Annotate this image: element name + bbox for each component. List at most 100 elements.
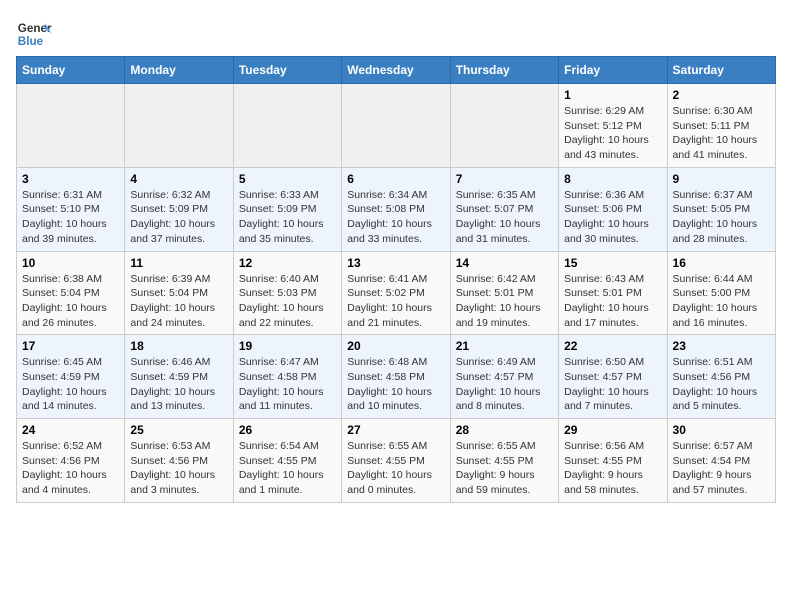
day-number: 11 <box>130 256 227 270</box>
calendar-cell: 1Sunrise: 6:29 AM Sunset: 5:12 PM Daylig… <box>559 84 667 168</box>
day-number: 30 <box>673 423 770 437</box>
svg-text:Blue: Blue <box>18 35 44 48</box>
calendar-cell: 5 Sunrise: 6:33 AM Sunset: 5:09 PM Daylig… <box>233 167 341 251</box>
day-number: 9 <box>673 172 770 186</box>
calendar-cell: 9 Sunrise: 6:37 AM Sunset: 5:05 PM Daylig… <box>667 167 775 251</box>
week-row-5: 24 Sunrise: 6:52 AM Sunset: 4:56 PM Dayli… <box>17 419 776 503</box>
day-detail: Sunrise: 6:37 AM Sunset: 5:05 PM Dayligh… <box>673 188 770 247</box>
day-number: 24 <box>22 423 119 437</box>
day-number: 23 <box>673 339 770 353</box>
day-number: 17 <box>22 339 119 353</box>
calendar-table: SundayMondayTuesdayWednesdayThursdayFrid… <box>16 56 776 503</box>
day-number: 15 <box>564 256 661 270</box>
week-row-4: 17 Sunrise: 6:45 AM Sunset: 4:59 PM Dayli… <box>17 335 776 419</box>
calendar-cell <box>17 84 125 168</box>
calendar-cell: 18 Sunrise: 6:46 AM Sunset: 4:59 PM Dayli… <box>125 335 233 419</box>
calendar-cell: 29 Sunrise: 6:56 AM Sunset: 4:55 PM Dayli… <box>559 419 667 503</box>
day-detail: Sunrise: 6:57 AM Sunset: 4:54 PM Dayligh… <box>673 439 770 498</box>
calendar-cell: 19Sunrise: 6:47 AM Sunset: 4:58 PM Dayli… <box>233 335 341 419</box>
day-number: 3 <box>22 172 119 186</box>
day-number: 14 <box>456 256 553 270</box>
calendar-cell: 15 Sunrise: 6:43 AM Sunset: 5:01 PM Dayli… <box>559 251 667 335</box>
calendar-cell: 4 Sunrise: 6:32 AM Sunset: 5:09 PM Daylig… <box>125 167 233 251</box>
calendar-cell: 20Sunrise: 6:48 AM Sunset: 4:58 PM Dayli… <box>342 335 450 419</box>
weekday-friday: Friday <box>559 57 667 84</box>
day-number: 18 <box>130 339 227 353</box>
day-detail: Sunrise: 6:56 AM Sunset: 4:55 PM Dayligh… <box>564 439 661 498</box>
day-detail: Sunrise: 6:51 AM Sunset: 4:56 PM Dayligh… <box>673 355 770 414</box>
day-detail: Sunrise: 6:52 AM Sunset: 4:56 PM Dayligh… <box>22 439 119 498</box>
day-detail: Sunrise: 6:43 AM Sunset: 5:01 PM Dayligh… <box>564 272 661 331</box>
calendar-cell <box>450 84 558 168</box>
weekday-monday: Monday <box>125 57 233 84</box>
calendar-cell <box>342 84 450 168</box>
day-detail: Sunrise: 6:47 AM Sunset: 4:58 PM Dayligh… <box>239 355 336 414</box>
day-number: 4 <box>130 172 227 186</box>
week-row-1: 1Sunrise: 6:29 AM Sunset: 5:12 PM Daylig… <box>17 84 776 168</box>
day-detail: Sunrise: 6:36 AM Sunset: 5:06 PM Dayligh… <box>564 188 661 247</box>
day-detail: Sunrise: 6:45 AM Sunset: 4:59 PM Dayligh… <box>22 355 119 414</box>
day-detail: Sunrise: 6:33 AM Sunset: 5:09 PM Dayligh… <box>239 188 336 247</box>
day-detail: Sunrise: 6:54 AM Sunset: 4:55 PM Dayligh… <box>239 439 336 498</box>
calendar-cell: 22 Sunrise: 6:50 AM Sunset: 4:57 PM Dayli… <box>559 335 667 419</box>
day-number: 10 <box>22 256 119 270</box>
day-number: 13 <box>347 256 444 270</box>
calendar-cell: 24 Sunrise: 6:52 AM Sunset: 4:56 PM Dayli… <box>17 419 125 503</box>
calendar-cell <box>125 84 233 168</box>
calendar-cell: 27Sunrise: 6:55 AM Sunset: 4:55 PM Dayli… <box>342 419 450 503</box>
day-detail: Sunrise: 6:53 AM Sunset: 4:56 PM Dayligh… <box>130 439 227 498</box>
day-number: 25 <box>130 423 227 437</box>
calendar-cell: 30 Sunrise: 6:57 AM Sunset: 4:54 PM Dayli… <box>667 419 775 503</box>
day-number: 21 <box>456 339 553 353</box>
calendar-cell: 26Sunrise: 6:54 AM Sunset: 4:55 PM Dayli… <box>233 419 341 503</box>
weekday-thursday: Thursday <box>450 57 558 84</box>
day-number: 7 <box>456 172 553 186</box>
calendar-cell: 13 Sunrise: 6:41 AM Sunset: 5:02 PM Dayli… <box>342 251 450 335</box>
day-detail: Sunrise: 6:55 AM Sunset: 4:55 PM Dayligh… <box>347 439 444 498</box>
day-detail: Sunrise: 6:39 AM Sunset: 5:04 PM Dayligh… <box>130 272 227 331</box>
calendar-cell: 10 Sunrise: 6:38 AM Sunset: 5:04 PM Dayli… <box>17 251 125 335</box>
day-number: 29 <box>564 423 661 437</box>
calendar-cell: 14 Sunrise: 6:42 AM Sunset: 5:01 PM Dayli… <box>450 251 558 335</box>
calendar-cell <box>233 84 341 168</box>
logo-icon: General Blue <box>16 16 52 52</box>
day-detail: Sunrise: 6:42 AM Sunset: 5:01 PM Dayligh… <box>456 272 553 331</box>
day-detail: Sunrise: 6:34 AM Sunset: 5:08 PM Dayligh… <box>347 188 444 247</box>
calendar-cell: 25 Sunrise: 6:53 AM Sunset: 4:56 PM Dayli… <box>125 419 233 503</box>
weekday-wednesday: Wednesday <box>342 57 450 84</box>
day-number: 8 <box>564 172 661 186</box>
week-row-3: 10 Sunrise: 6:38 AM Sunset: 5:04 PM Dayli… <box>17 251 776 335</box>
day-detail: Sunrise: 6:50 AM Sunset: 4:57 PM Dayligh… <box>564 355 661 414</box>
calendar-cell: 11 Sunrise: 6:39 AM Sunset: 5:04 PM Dayli… <box>125 251 233 335</box>
calendar-cell: 16Sunrise: 6:44 AM Sunset: 5:00 PM Dayli… <box>667 251 775 335</box>
day-number: 12 <box>239 256 336 270</box>
logo: General Blue <box>16 16 52 52</box>
day-number: 5 <box>239 172 336 186</box>
day-detail: Sunrise: 6:55 AM Sunset: 4:55 PM Dayligh… <box>456 439 553 498</box>
calendar-cell: 28 Sunrise: 6:55 AM Sunset: 4:55 PM Dayli… <box>450 419 558 503</box>
weekday-sunday: Sunday <box>17 57 125 84</box>
day-number: 28 <box>456 423 553 437</box>
day-detail: Sunrise: 6:48 AM Sunset: 4:58 PM Dayligh… <box>347 355 444 414</box>
day-detail: Sunrise: 6:29 AM Sunset: 5:12 PM Dayligh… <box>564 104 661 163</box>
calendar-cell: 21Sunrise: 6:49 AM Sunset: 4:57 PM Dayli… <box>450 335 558 419</box>
calendar-cell: 23 Sunrise: 6:51 AM Sunset: 4:56 PM Dayli… <box>667 335 775 419</box>
day-number: 6 <box>347 172 444 186</box>
day-detail: Sunrise: 6:40 AM Sunset: 5:03 PM Dayligh… <box>239 272 336 331</box>
day-number: 2 <box>673 88 770 102</box>
calendar-cell: 8 Sunrise: 6:36 AM Sunset: 5:06 PM Daylig… <box>559 167 667 251</box>
calendar-cell: 2Sunrise: 6:30 AM Sunset: 5:11 PM Daylig… <box>667 84 775 168</box>
day-detail: Sunrise: 6:32 AM Sunset: 5:09 PM Dayligh… <box>130 188 227 247</box>
week-row-2: 3 Sunrise: 6:31 AM Sunset: 5:10 PM Daylig… <box>17 167 776 251</box>
day-detail: Sunrise: 6:38 AM Sunset: 5:04 PM Dayligh… <box>22 272 119 331</box>
day-detail: Sunrise: 6:35 AM Sunset: 5:07 PM Dayligh… <box>456 188 553 247</box>
day-number: 22 <box>564 339 661 353</box>
day-detail: Sunrise: 6:41 AM Sunset: 5:02 PM Dayligh… <box>347 272 444 331</box>
day-detail: Sunrise: 6:31 AM Sunset: 5:10 PM Dayligh… <box>22 188 119 247</box>
weekday-saturday: Saturday <box>667 57 775 84</box>
calendar-cell: 12 Sunrise: 6:40 AM Sunset: 5:03 PM Dayli… <box>233 251 341 335</box>
calendar-cell: 3 Sunrise: 6:31 AM Sunset: 5:10 PM Daylig… <box>17 167 125 251</box>
calendar-cell: 7 Sunrise: 6:35 AM Sunset: 5:07 PM Daylig… <box>450 167 558 251</box>
day-detail: Sunrise: 6:46 AM Sunset: 4:59 PM Dayligh… <box>130 355 227 414</box>
page-header: General Blue <box>16 16 776 52</box>
